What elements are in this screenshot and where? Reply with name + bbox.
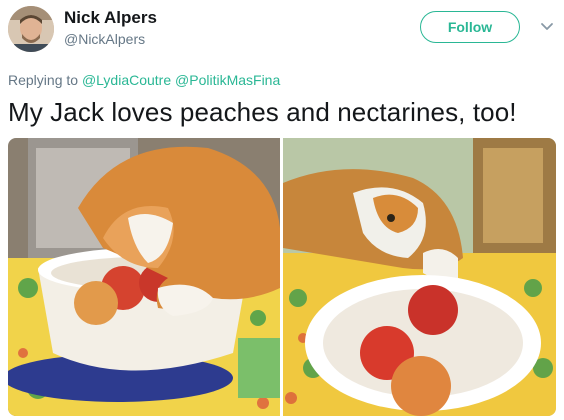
photo-image (283, 138, 556, 416)
cat-with-peaches-bowl-photo[interactable] (283, 138, 556, 416)
author-name[interactable]: Nick Alpers (64, 8, 157, 28)
cat-reaching-into-bowl-photo[interactable] (8, 138, 280, 416)
reply-context: Replying to @LydiaCoutre @PolitikMasFina (8, 72, 280, 88)
mention-link[interactable]: @LydiaCoutre (82, 72, 171, 88)
photo-image (8, 138, 280, 416)
follow-button[interactable]: Follow (420, 11, 520, 43)
avatar[interactable] (8, 6, 54, 52)
author-handle[interactable]: @NickAlpers (64, 31, 145, 47)
avatar-image (8, 6, 54, 52)
chevron-down-icon[interactable] (540, 20, 554, 34)
mention-link[interactable]: @PolitikMasFina (175, 72, 280, 88)
reply-prefix: Replying to (8, 72, 79, 88)
tweet-text: My Jack loves peaches and nectarines, to… (8, 97, 517, 127)
